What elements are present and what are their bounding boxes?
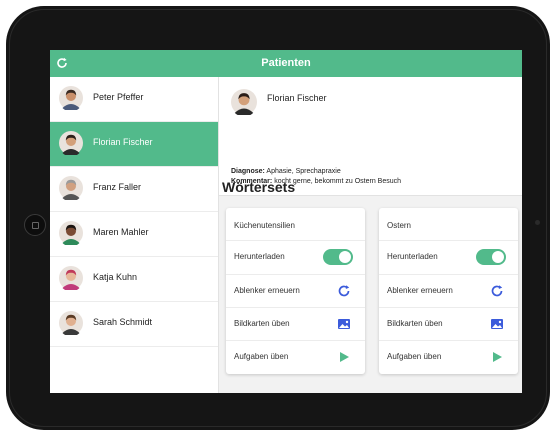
download-row: Herunterladen xyxy=(226,240,365,273)
patient-list-name: Franz Faller xyxy=(93,182,142,192)
patient-list-item[interactable]: Maren Mahler xyxy=(50,212,218,257)
download-row: Herunterladen xyxy=(379,240,518,273)
diagnosis-line: Diagnose: Aphasie, Sprechapraxie xyxy=(231,168,341,175)
patient-list-name: Katja Kuhn xyxy=(93,272,138,282)
distractor-label: Ablenker erneuern xyxy=(234,286,300,295)
reload-icon[interactable] xyxy=(337,284,351,298)
tasks-label: Aufgaben üben xyxy=(387,352,442,361)
wordset-name: Küchenutensilien xyxy=(234,221,295,230)
image-icon[interactable] xyxy=(337,317,351,331)
camera xyxy=(535,220,540,225)
image-icon[interactable] xyxy=(490,317,504,331)
patient-list-name: Florian Fischer xyxy=(93,137,153,147)
picture-row[interactable]: Bildkarten üben xyxy=(226,307,365,340)
distractor-label: Ablenker erneuern xyxy=(387,286,453,295)
distractor-row[interactable]: Ablenker erneuern xyxy=(379,274,518,307)
patient-list-item[interactable]: Sarah Schmidt xyxy=(50,302,218,347)
wordsets-title: Wörtersets xyxy=(222,179,296,195)
download-label: Herunterladen xyxy=(387,252,438,261)
picture-label: Bildkarten üben xyxy=(234,319,290,328)
patient-list-name: Peter Pfeffer xyxy=(93,92,144,102)
reload-icon[interactable] xyxy=(490,284,504,298)
download-toggle[interactable] xyxy=(323,249,353,265)
home-button[interactable] xyxy=(24,214,46,236)
wordset-card: Ostern Herunterladen Ablenker erneuern B… xyxy=(379,208,518,374)
top-bar: Patienten xyxy=(50,50,522,77)
patient-name: Florian Fischer xyxy=(267,93,327,103)
tasks-row[interactable]: Aufgaben üben xyxy=(379,340,518,373)
tasks-label: Aufgaben üben xyxy=(234,352,289,361)
download-label: Herunterladen xyxy=(234,252,285,261)
patient-list-name: Sarah Schmidt xyxy=(93,317,153,327)
play-icon[interactable] xyxy=(337,350,351,364)
avatar xyxy=(59,176,83,200)
play-icon[interactable] xyxy=(490,350,504,364)
download-toggle[interactable] xyxy=(476,249,506,265)
patient-list-name: Maren Mahler xyxy=(93,227,149,237)
patient-list-item[interactable]: Florian Fischer xyxy=(50,122,218,167)
avatar xyxy=(59,86,83,110)
page-title: Patienten xyxy=(261,57,311,69)
picture-row[interactable]: Bildkarten üben xyxy=(379,307,518,340)
avatar xyxy=(59,311,83,335)
patient-avatar xyxy=(231,89,257,115)
picture-label: Bildkarten üben xyxy=(387,319,443,328)
diagnosis-label: Diagnose: xyxy=(231,168,265,175)
avatar xyxy=(59,266,83,290)
wordset-name: Ostern xyxy=(387,221,412,230)
diagnosis-value: Aphasie, Sprechapraxie xyxy=(266,168,341,175)
wordset-card: Küchenutensilien Herunterladen Ablenker … xyxy=(226,208,365,374)
patient-list-item[interactable]: Peter Pfeffer xyxy=(50,77,218,122)
patient-list-item[interactable]: Katja Kuhn xyxy=(50,257,218,302)
avatar xyxy=(59,221,83,245)
patient-list: Peter Pfeffer Florian Fischer Franz Faller… xyxy=(50,77,219,393)
distractor-row[interactable]: Ablenker erneuern xyxy=(226,274,365,307)
patient-list-item[interactable]: Franz Faller xyxy=(50,167,218,212)
avatar xyxy=(59,131,83,155)
tasks-row[interactable]: Aufgaben üben xyxy=(226,340,365,373)
app-screen: Patienten Peter Pfeffer Florian Fischer Fr… xyxy=(50,50,522,393)
